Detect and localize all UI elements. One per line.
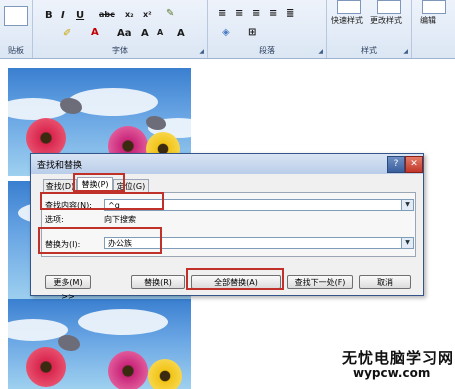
font-color-icon[interactable]: A — [91, 27, 99, 38]
find-what-label: 查找内容(N): — [45, 201, 92, 210]
clipboard-group-label: 贴板 — [8, 46, 24, 55]
ribbon: 贴板 B I U abc x₂ x² ✎ ✐ A Aa A A A 字体 ◢ ≡… — [0, 0, 455, 59]
paste-icon[interactable] — [4, 6, 28, 26]
replace-dropdown-arrow-icon[interactable]: ▼ — [401, 238, 413, 248]
dialog-titlebar[interactable]: 查找和替换 ? ✕ — [31, 154, 423, 174]
options-label: 选项: — [45, 215, 64, 224]
cancel-button[interactable]: 取消 — [359, 275, 411, 289]
more-button[interactable]: 更多(M) >> — [45, 275, 91, 301]
find-what-input[interactable]: ^g ▼ — [104, 199, 414, 211]
tab-find[interactable]: 查找(D) — [43, 179, 77, 193]
quick-styles-icon[interactable] — [337, 0, 361, 14]
borders-icon[interactable]: ⊞ — [248, 27, 256, 38]
char-border-icon[interactable]: A — [177, 28, 185, 39]
paragraph-group-label: 段落 — [259, 46, 275, 55]
grow-font-icon[interactable]: A — [141, 28, 149, 39]
editing-button[interactable]: 编辑 — [420, 15, 436, 26]
find-what-value: ^g — [108, 201, 120, 210]
font-dialog-launcher-icon[interactable]: ◢ — [199, 48, 204, 55]
change-styles-icon[interactable] — [377, 0, 401, 14]
bold-button[interactable]: B — [45, 10, 53, 21]
styles-group: 快速样式 更改样式 样式 ◢ — [327, 0, 412, 58]
editing-group: 编辑 — [412, 0, 455, 58]
paragraph-dialog-launcher-icon[interactable]: ◢ — [318, 48, 323, 55]
watermark-url: wypcw.com — [353, 366, 431, 380]
find-binoculars-icon[interactable] — [422, 0, 446, 14]
sky-flower-image-3[interactable] — [8, 299, 191, 389]
styles-group-label: 样式 — [361, 46, 377, 55]
find-replace-dialog: 查找和替换 ? ✕ 查找(D) 替换(P) 定位(G) 查找内容(N): ^g … — [30, 153, 424, 301]
strikethrough-button[interactable]: abc — [99, 10, 115, 19]
quick-styles-button[interactable]: 快速样式 — [331, 15, 363, 26]
clear-format-icon[interactable]: ✎ — [166, 8, 174, 19]
replace-button[interactable]: 替换(R) — [131, 275, 185, 289]
superscript-button[interactable]: x² — [143, 10, 152, 19]
distribute-icon[interactable]: ≣ — [286, 8, 294, 19]
align-right-icon[interactable]: ≡ — [252, 8, 260, 19]
font-group-label: 字体 — [112, 46, 128, 55]
paragraph-group: ≡ ≡ ≡ ≡ ≣ ◈ ⊞ 段落 ◢ — [208, 0, 327, 58]
styles-dialog-launcher-icon[interactable]: ◢ — [403, 48, 408, 55]
shrink-font-icon[interactable]: A — [157, 28, 163, 37]
replace-with-input[interactable]: 办公族 ▼ — [104, 237, 414, 249]
replace-with-label: 替换为(I): — [45, 240, 81, 249]
underline-button[interactable]: U — [76, 10, 84, 21]
change-styles-button[interactable]: 更改样式 — [370, 15, 402, 26]
shading-icon[interactable]: ◈ — [222, 27, 230, 38]
justify-icon[interactable]: ≡ — [269, 8, 277, 19]
dialog-title: 查找和替换 — [37, 161, 83, 171]
watermark-text: 无忧电脑学习网 — [342, 349, 455, 367]
subscript-button[interactable]: x₂ — [125, 10, 134, 19]
find-dropdown-arrow-icon[interactable]: ▼ — [401, 200, 413, 210]
highlight-icon[interactable]: ✐ — [63, 28, 71, 39]
tab-replace[interactable]: 替换(P) — [77, 177, 113, 193]
font-group: B I U abc x₂ x² ✎ ✐ A Aa A A A 字体 ◢ — [33, 0, 208, 58]
replace-tab-panel: 查找内容(N): ^g ▼ 选项: 向下搜索 替换为(I): 办公族 ▼ — [41, 192, 416, 257]
options-value: 向下搜索 — [104, 215, 136, 224]
align-left-icon[interactable]: ≡ — [218, 8, 226, 19]
replace-with-value: 办公族 — [108, 239, 132, 248]
align-center-icon[interactable]: ≡ — [235, 8, 243, 19]
help-button[interactable]: ? — [387, 156, 405, 173]
italic-button[interactable]: I — [61, 10, 65, 21]
change-case-icon[interactable]: Aa — [117, 28, 132, 39]
close-button[interactable]: ✕ — [405, 156, 423, 173]
replace-all-button[interactable]: 全部替换(A) — [191, 275, 281, 289]
find-next-button[interactable]: 查找下一处(F) — [287, 275, 353, 289]
tab-goto[interactable]: 定位(G) — [113, 179, 149, 193]
clipboard-group: 贴板 — [0, 0, 33, 58]
